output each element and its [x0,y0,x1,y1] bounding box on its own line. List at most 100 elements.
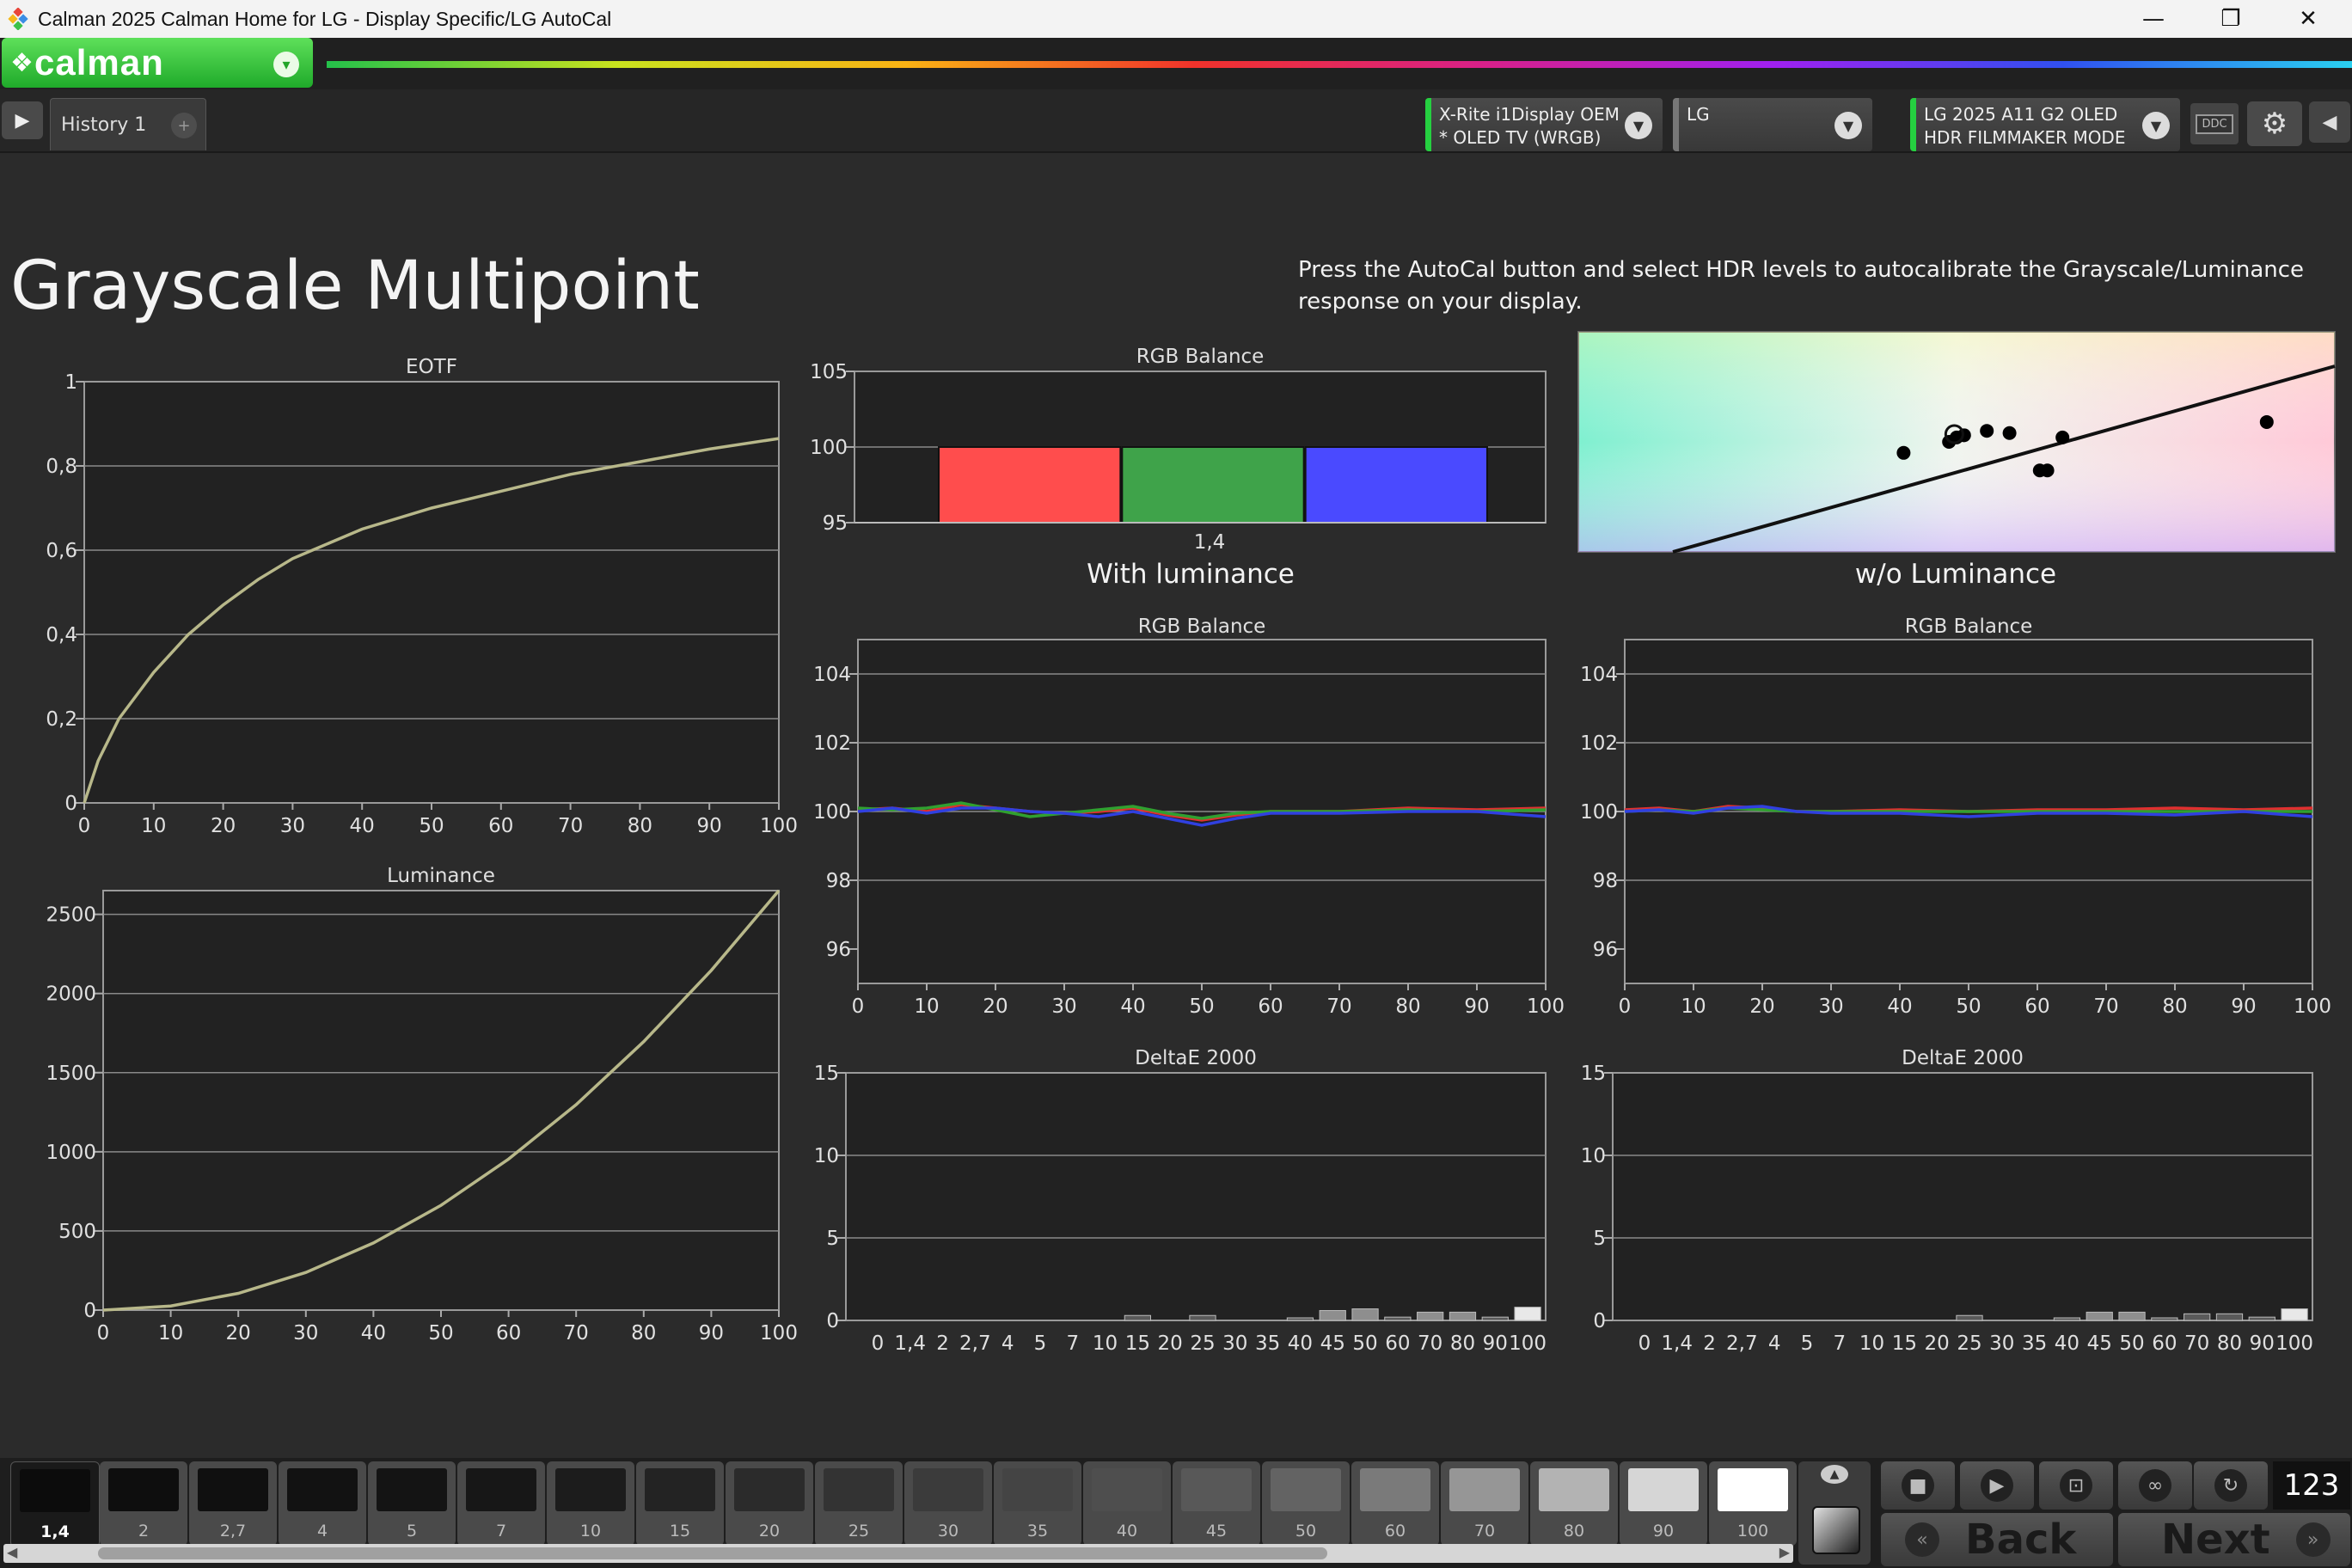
eotf-x-tick-label: 80 [628,815,652,837]
luminance-y-tick-label: 0 [83,1300,96,1322]
rgb-balance-single-title: RGB Balance [1136,346,1265,368]
deltae-with-bar [1189,1314,1216,1321]
double-chevron-left-icon: « [1905,1522,1939,1557]
page-title: Grayscale Multipoint [10,248,700,325]
source-selector[interactable]: LG ▼ [1673,98,1872,151]
patch-4[interactable]: 4 [279,1461,366,1546]
rgb-balance-without-x-tick-label: 80 [2162,995,2187,1018]
rgb-balance-without-x-tick-label: 100 [2294,995,2331,1018]
patch-35[interactable]: 35 [994,1461,1081,1546]
patch-80[interactable]: 80 [1530,1461,1618,1546]
ddc-button[interactable]: DDC [2190,103,2239,144]
brand-bar: ❖ calman ▾ [0,38,2352,89]
rgb-balance-with-x-tick-label: 10 [914,995,939,1018]
maximize-button[interactable]: ❐ [2192,0,2269,38]
deltae-with-x-label: 100 [1509,1332,1547,1355]
rgb-balance-with-x-tick-label: 80 [1395,995,1420,1018]
patch-2-7[interactable]: 2,7 [189,1461,277,1546]
eotf-series-0 [83,437,780,804]
rgb-balance-with-x-tick-label: 90 [1464,995,1489,1018]
patch-swatch [1449,1468,1520,1511]
patch-10[interactable]: 10 [547,1461,634,1546]
source-name: LG [1687,104,1710,125]
luminance-y-tick-label: 1500 [46,1063,96,1085]
patch-scrollbar[interactable]: ◀ ▶ [3,1544,1793,1563]
tab-history-1[interactable]: History 1 + [50,98,206,150]
patch-2[interactable]: 2 [100,1461,187,1546]
patch-20[interactable]: 20 [726,1461,813,1546]
chevron-down-icon[interactable]: ▼ [1834,112,1862,139]
patch-1-4[interactable]: 1,4 [10,1461,100,1547]
patch-label: 2 [138,1522,150,1540]
patch-swatch [824,1468,894,1511]
scroll-right-icon[interactable]: ▶ [1779,1544,1790,1560]
patch-label: 15 [669,1522,691,1540]
patch-swatch [377,1468,447,1511]
expand-arrow-button[interactable]: ▶ [2,101,43,139]
patch-label: 35 [1026,1522,1049,1540]
patch-swatch [1539,1468,1609,1511]
rgb-balance-single-category: 1,4 [1194,531,1226,554]
deltae-without-x-label: 60 [2152,1332,2177,1355]
deltae-with-x-label: 1,4 [894,1332,926,1355]
patch-swatch [645,1468,715,1511]
patch-7[interactable]: 7 [457,1461,545,1546]
chevron-down-icon[interactable]: ▼ [2142,112,2170,139]
refresh-button[interactable]: ↻ [2194,1461,2268,1510]
deltae-without-x-label: 40 [2055,1332,2079,1355]
next-button[interactable]: Next » [2118,1513,2350,1566]
add-tab-button[interactable]: + [171,113,197,138]
chevron-down-icon[interactable]: ▼ [1625,112,1652,139]
rgb-balance-with-y-tick-label: 100 [813,801,851,824]
rgb-balance-without-x-tick-label: 40 [1887,995,1912,1018]
patch-30[interactable]: 30 [904,1461,992,1546]
display-selector[interactable]: LG 2025 A11 G2 OLED HDR FILMMAKER MODE ▼ [1910,98,2180,151]
deltae-with-bar [1351,1308,1379,1321]
patch-5[interactable]: 5 [368,1461,456,1546]
display-name: LG 2025 A11 G2 OLED [1924,104,2118,125]
patch-70[interactable]: 70 [1441,1461,1528,1546]
deltae-without-x-label: 100 [2275,1332,2313,1355]
eotf-x-tick-label: 40 [350,815,375,837]
patch-60[interactable]: 60 [1351,1461,1439,1546]
patch-label: 50 [1295,1522,1317,1540]
deltae-without-x-label: 1,4 [1661,1332,1693,1355]
window-title-bar: Calman 2025 Calman Home for LG - Display… [0,0,2352,38]
deltae-with-x-label: 2,7 [959,1332,991,1355]
patch-100[interactable]: 100 [1709,1461,1797,1546]
patch-90[interactable]: 90 [1620,1461,1707,1546]
scrollbar-thumb[interactable] [98,1547,1327,1559]
patch-15[interactable]: 15 [636,1461,724,1546]
chevron-down-icon[interactable]: ▾ [273,52,299,77]
back-button[interactable]: « Back [1881,1513,2113,1566]
scroll-left-icon[interactable]: ◀ [7,1544,17,1560]
rgb-balance-with-series-1 [857,801,1547,820]
meter-selector[interactable]: X-Rite i1Display OEM * OLED TV (WRGB) ▼ [1425,98,1663,151]
deltae-with-x-label: 20 [1158,1332,1183,1355]
gear-icon[interactable]: ⚙ [2247,101,2302,146]
deltae-with-y-tick-label: 10 [814,1145,839,1167]
eotf-y-tick-label: 0,4 [46,624,77,646]
close-button[interactable]: ✕ [2269,0,2347,38]
scroll-up-icon[interactable]: ▲ [1821,1465,1848,1484]
rgb-balance-with-plot-area [857,639,1547,984]
patch-25[interactable]: 25 [815,1461,903,1546]
pattern-toggle[interactable]: ▲ [1798,1461,1871,1565]
tab-bar: ▶ History 1 + X-Rite i1Display OEM * OLE… [0,89,2352,153]
minimize-button[interactable]: — [2115,0,2192,38]
deltae-with-x-label: 15 [1125,1332,1150,1355]
play-button[interactable]: ▶ [1960,1461,2034,1510]
loop-button[interactable]: ∞ [2118,1461,2192,1510]
pattern-window-icon[interactable] [1812,1506,1860,1554]
play-icon: ▶ [1981,1469,2013,1502]
save-button[interactable]: ⊡ [2039,1461,2113,1510]
calman-logo-button[interactable]: ❖ calman ▾ [2,38,313,88]
patch-50[interactable]: 50 [1262,1461,1350,1546]
stop-button[interactable]: ■ [1881,1461,1955,1510]
collapse-panel-arrow[interactable]: ◀ [2309,101,2350,143]
patch-40[interactable]: 40 [1083,1461,1171,1546]
deltae-with-x-label: 40 [1288,1332,1313,1355]
deltae-without-x-label: 80 [2217,1332,2242,1355]
deltae-without-x-label: 7 [1833,1332,1846,1355]
patch-45[interactable]: 45 [1173,1461,1260,1546]
